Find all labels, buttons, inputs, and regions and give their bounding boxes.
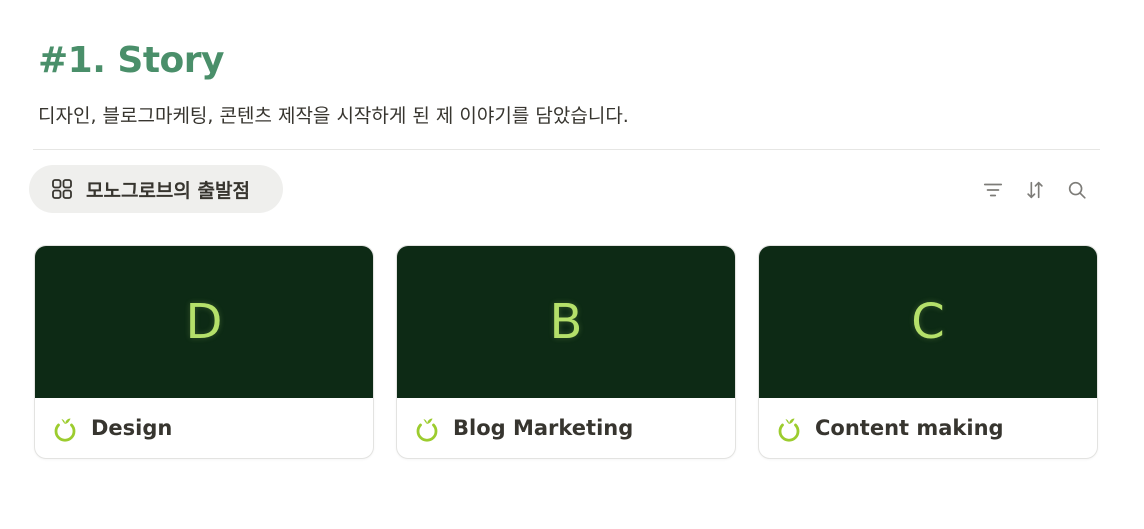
gallery: D Design B Blog Marketing C Content maki… <box>34 245 1098 459</box>
sort-icon <box>1027 181 1043 199</box>
card-footer: Blog Marketing <box>397 398 735 458</box>
card-cover: B <box>397 246 735 398</box>
cover-letter: D <box>185 294 223 350</box>
card-footer: Design <box>35 398 373 458</box>
gallery-card-content-making[interactable]: C Content making <box>758 245 1098 459</box>
card-title: Content making <box>815 416 1004 440</box>
sprout-icon <box>778 418 800 442</box>
search-icon <box>1068 181 1086 199</box>
sort-button[interactable] <box>1023 178 1047 202</box>
cover-letter: B <box>549 294 583 350</box>
gallery-card-blog-marketing[interactable]: B Blog Marketing <box>396 245 736 459</box>
card-title: Design <box>91 416 173 440</box>
gallery-card-design[interactable]: D Design <box>34 245 374 459</box>
page-description: 디자인, 블로그마케팅, 콘텐츠 제작을 시작하게 된 제 이야기를 담았습니다… <box>38 105 629 127</box>
cover-letter: C <box>911 294 945 350</box>
card-cover: C <box>759 246 1097 398</box>
filter-icon <box>983 183 1003 197</box>
gallery-grid-icon <box>52 179 72 199</box>
view-tab-gallery[interactable]: 모노그로브의 출발점 <box>29 165 283 213</box>
view-tab-label: 모노그로브의 출발점 <box>86 179 250 202</box>
filter-button[interactable] <box>981 178 1005 202</box>
page-title: #1. Story <box>38 40 225 81</box>
sprout-icon <box>416 418 438 442</box>
card-footer: Content making <box>759 398 1097 458</box>
divider <box>33 149 1100 150</box>
card-cover: D <box>35 246 373 398</box>
sprout-icon <box>54 418 76 442</box>
view-toolbar <box>981 178 1089 202</box>
card-title: Blog Marketing <box>453 416 634 440</box>
search-button[interactable] <box>1065 178 1089 202</box>
